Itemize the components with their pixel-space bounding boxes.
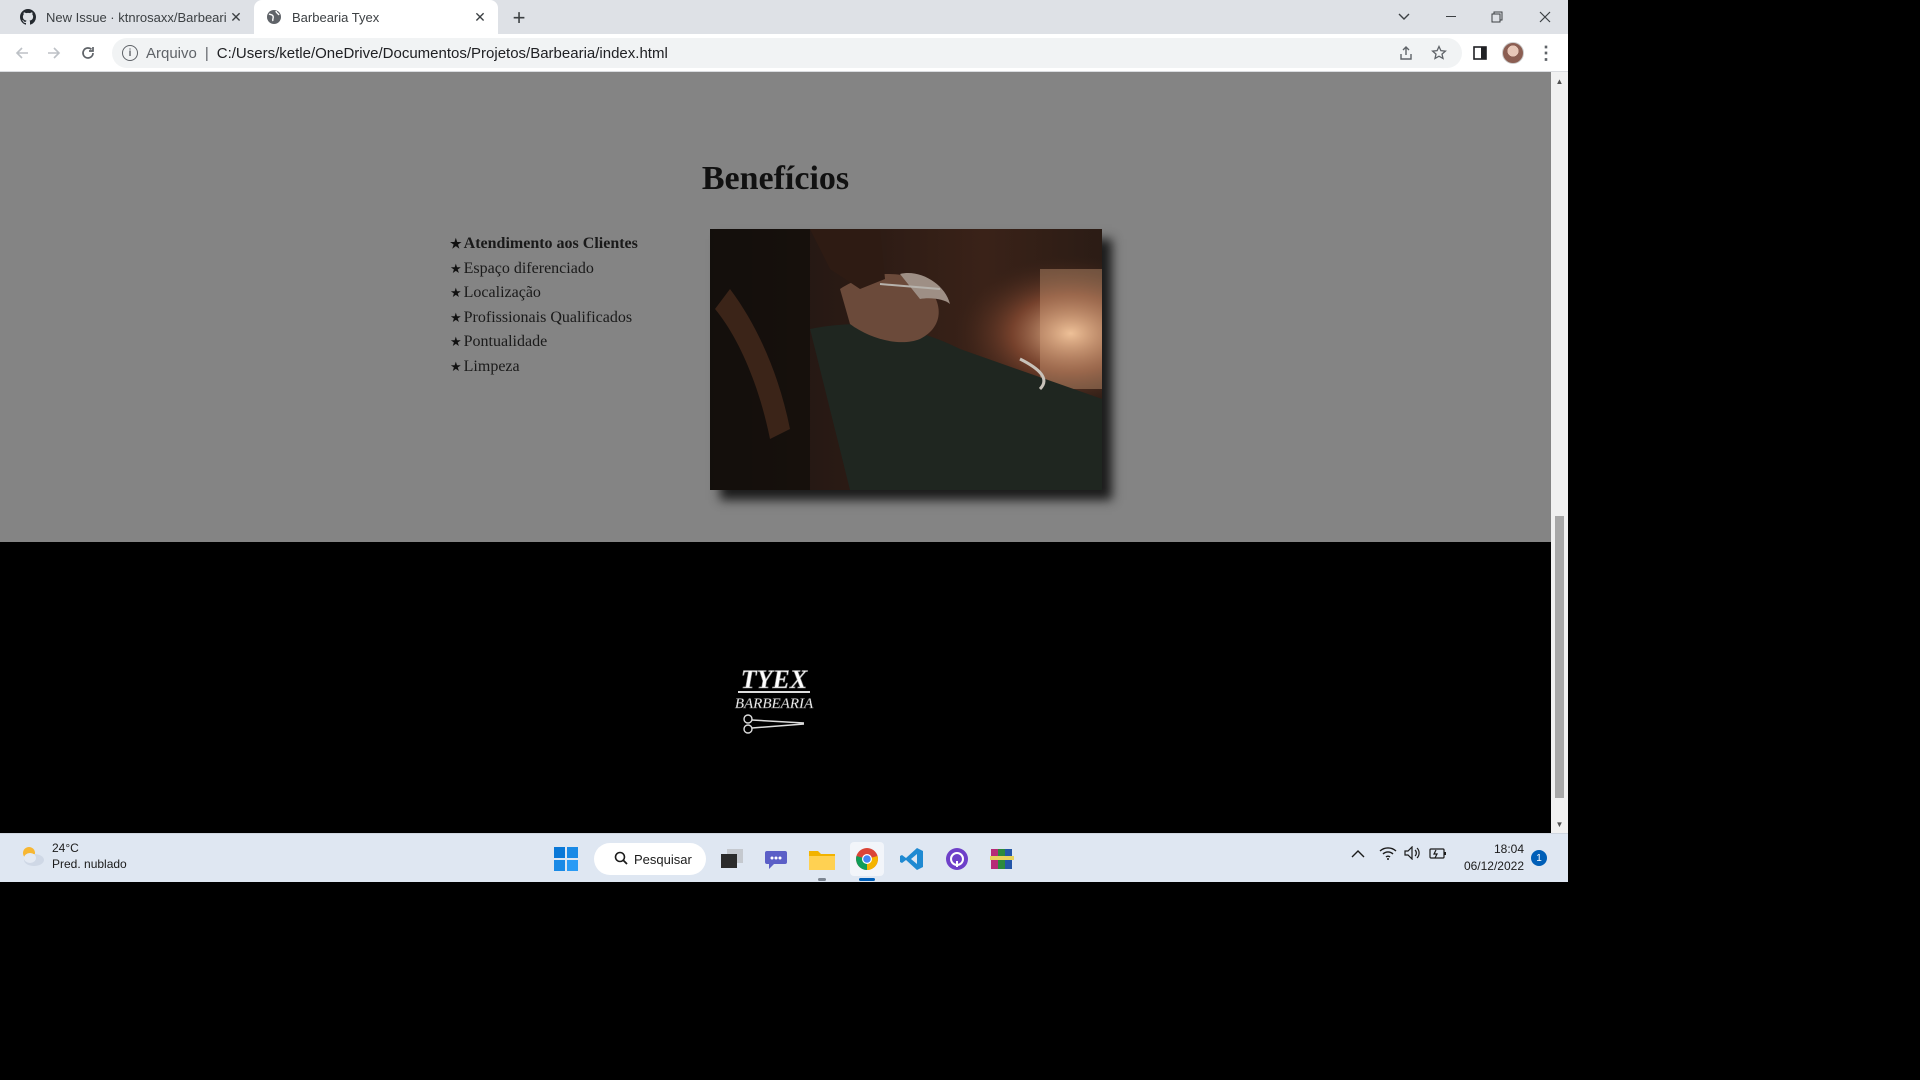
address-bar[interactable]: i Arquivo | C:/Users/ketle/OneDrive/Docu… [112, 38, 1462, 68]
list-item: ★ Pontualidade [450, 330, 638, 355]
scroll-up-arrow-icon[interactable]: ▲ [1551, 74, 1568, 88]
tab-search-chevron-icon[interactable] [1381, 0, 1427, 34]
chevron-up-icon[interactable] [1351, 846, 1365, 862]
profile-avatar[interactable] [1502, 42, 1524, 64]
winrar-icon[interactable] [985, 842, 1019, 876]
search-label: Pesquisar [634, 851, 692, 867]
tab-new-issue[interactable]: New Issue · ktnrosaxx/Barbearia ✕ [8, 0, 254, 34]
weather-desc: Pred. nublado [52, 857, 127, 871]
list-item: ★ Limpeza [450, 355, 638, 380]
benefits-title: Benefícios [701, 160, 850, 197]
list-item: ★ Profissionais Qualificados [450, 306, 638, 331]
star-icon: ★ [450, 285, 462, 300]
address-url[interactable]: C:/Users/ketle/OneDrive/Documentos/Proje… [217, 45, 668, 62]
star-icon: ★ [450, 309, 462, 325]
list-item: ★ Localização [450, 281, 638, 306]
clock-time: 18:04 [1493, 842, 1524, 856]
teams-chat-icon[interactable] [760, 842, 794, 876]
windows-start-icon[interactable] [549, 842, 583, 876]
list-item: ★ Espaço diferenciado [450, 257, 638, 282]
minimize-icon[interactable] [1428, 0, 1474, 34]
tab-barbearia-tyex[interactable]: Barbearia Tyex ✕ [254, 0, 498, 34]
tab-title: New Issue · ktnrosaxx/Barbearia [46, 9, 226, 25]
browser-toolbar: i Arquivo | C:/Users/ketle/OneDrive/Docu… [0, 34, 1568, 72]
close-icon[interactable]: ✕ [470, 7, 490, 27]
star-icon: ★ [450, 260, 462, 276]
reload-icon[interactable] [74, 39, 102, 67]
address-scheme-label: Arquivo [146, 44, 197, 62]
active-indicator [859, 878, 875, 881]
benefit-label: Pontualidade [463, 333, 548, 350]
forward-arrow-icon[interactable] [40, 39, 68, 67]
task-view-icon[interactable] [715, 842, 749, 876]
benefit-label: Atendimento aos Clientes [463, 235, 638, 252]
search-icon [614, 851, 628, 868]
restore-icon[interactable] [1474, 0, 1520, 34]
back-arrow-icon[interactable] [8, 39, 36, 67]
star-icon: ★ [450, 358, 462, 374]
globe-icon [266, 9, 282, 25]
windows-taskbar: 24°C Pred. nublado Pesquisar 18:04 06/12… [0, 833, 1568, 882]
taskbar-search[interactable]: Pesquisar [594, 843, 706, 875]
barber-shaving-client-photo [710, 229, 1102, 490]
benefit-label: Localização [463, 284, 541, 301]
github-desktop-icon[interactable] [940, 842, 974, 876]
partly-cloudy-icon [23, 847, 44, 866]
tab-title: Barbearia Tyex [292, 9, 380, 25]
battery-icon[interactable] [1429, 846, 1447, 863]
star-icon: ★ [450, 334, 462, 349]
volume-icon[interactable] [1404, 845, 1422, 863]
benefit-label: Limpeza [463, 357, 520, 375]
site-info-icon[interactable]: i [122, 45, 138, 61]
file-explorer-icon[interactable] [805, 842, 839, 876]
github-icon [20, 9, 36, 25]
more-menu-icon[interactable]: ⋮ [1534, 39, 1558, 67]
benefit-label: Espaço diferenciado [463, 259, 594, 277]
close-icon[interactable]: ✕ [226, 7, 246, 27]
share-icon[interactable] [1392, 39, 1420, 67]
scroll-down-arrow-icon[interactable]: ▼ [1551, 817, 1568, 831]
vscode-icon[interactable] [895, 842, 929, 876]
benefit-label: Profissionais Qualificados [463, 308, 633, 326]
new-tab-button[interactable]: + [506, 5, 532, 31]
tyex-barbearia-logo: TYEX BARBEARIA [728, 664, 820, 736]
wifi-icon[interactable] [1379, 846, 1397, 863]
running-indicator [818, 878, 826, 881]
weather-temp: 24°C [52, 841, 79, 855]
svg-text:BARBEARIA: BARBEARIA [735, 696, 814, 712]
benefits-list: ★ Atendimento aos Clientes ★ Espaço difere… [450, 232, 638, 379]
page-scrollbar[interactable]: ▲ ▼ [1551, 72, 1568, 833]
side-panel-icon[interactable] [1466, 39, 1494, 67]
weather-widget[interactable]: 24°C Pred. nublado [18, 840, 127, 872]
page-footer: TYEX BARBEARIA [0, 542, 1551, 833]
star-icon: ★ [450, 236, 462, 251]
benefits-section: Benefícios ★ Atendimento aos Clientes ★ Es… [0, 72, 1551, 542]
page-viewport: Benefícios ★ Atendimento aos Clientes ★ Es… [0, 72, 1551, 833]
clock-date: 06/12/2022 [1463, 859, 1524, 873]
window-close-icon[interactable] [1522, 0, 1568, 34]
address-separator: | [204, 44, 209, 62]
browser-tab-strip: New Issue · ktnrosaxx/Barbearia ✕ Barbea… [0, 0, 1568, 34]
notification-badge[interactable]: 1 [1531, 850, 1547, 866]
taskbar-clock[interactable]: 18:04 06/12/2022 [1460, 841, 1524, 875]
chrome-icon[interactable] [850, 842, 884, 876]
scroll-thumb[interactable] [1555, 516, 1564, 798]
list-item: ★ Atendimento aos Clientes [450, 232, 638, 257]
bookmark-star-icon[interactable] [1425, 39, 1453, 67]
svg-text:TYEX: TYEX [741, 665, 808, 694]
